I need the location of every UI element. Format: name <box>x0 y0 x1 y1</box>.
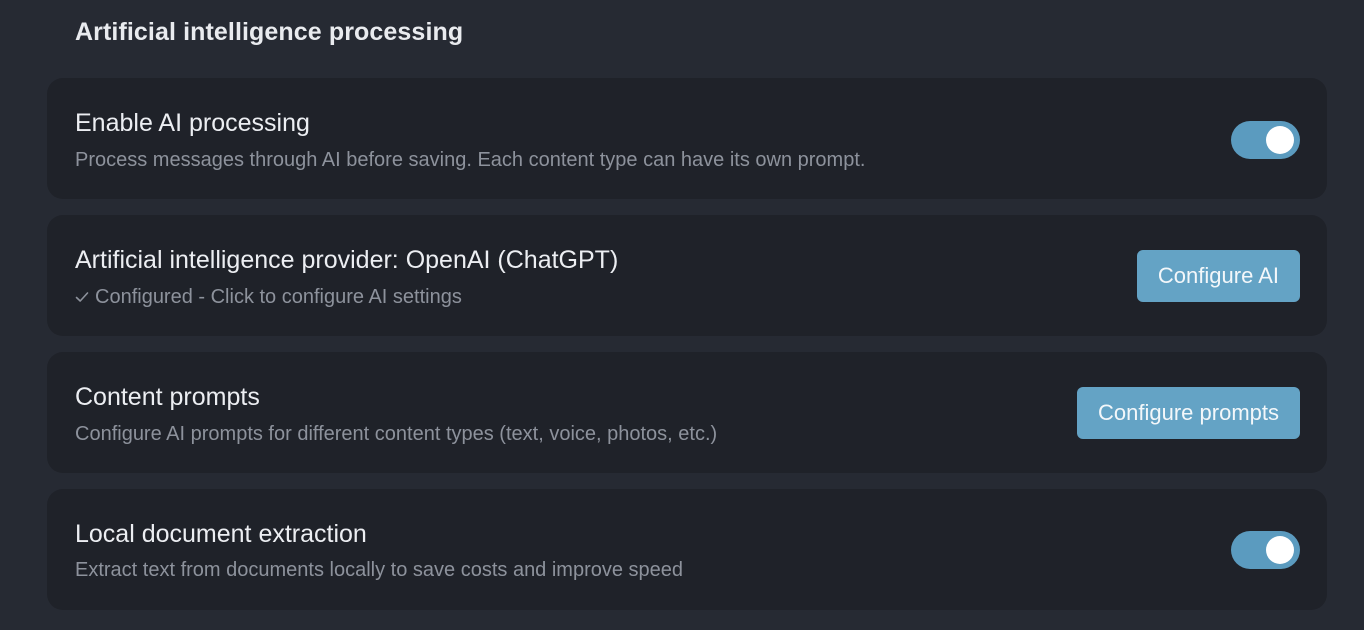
local-extraction-toggle[interactable] <box>1231 531 1300 569</box>
setting-card-enable-ai: Enable AI processing Process messages th… <box>47 78 1327 199</box>
section-title: Artificial intelligence processing <box>75 18 464 46</box>
setting-title: Enable AI processing <box>75 109 310 137</box>
setting-card-ai-provider: Artificial intelligence provider: OpenAI… <box>47 215 1327 336</box>
setting-description: Configured - Click to configure AI setti… <box>95 286 462 308</box>
toggle-knob <box>1266 126 1294 154</box>
enable-ai-toggle[interactable] <box>1231 121 1300 159</box>
toggle-knob <box>1266 536 1294 564</box>
configure-ai-button[interactable]: Configure AI <box>1136 250 1300 302</box>
setting-description: Configure AI prompts for different conte… <box>75 423 718 445</box>
setting-status: Configured - Click to configure AI setti… <box>75 286 462 309</box>
setting-title: Content prompts <box>75 383 260 411</box>
setting-card-content-prompts: Content prompts Configure AI prompts for… <box>47 352 1327 473</box>
setting-description: Extract text from documents locally to s… <box>75 559 684 581</box>
setting-description: Process messages through AI before savin… <box>75 149 866 171</box>
setting-title: Local document extraction <box>75 520 367 548</box>
setting-title: Artificial intelligence provider: OpenAI… <box>75 246 619 274</box>
configure-prompts-button[interactable]: Configure prompts <box>1077 387 1300 439</box>
check-icon <box>75 292 89 302</box>
setting-card-local-extraction: Local document extraction Extract text f… <box>47 489 1327 610</box>
